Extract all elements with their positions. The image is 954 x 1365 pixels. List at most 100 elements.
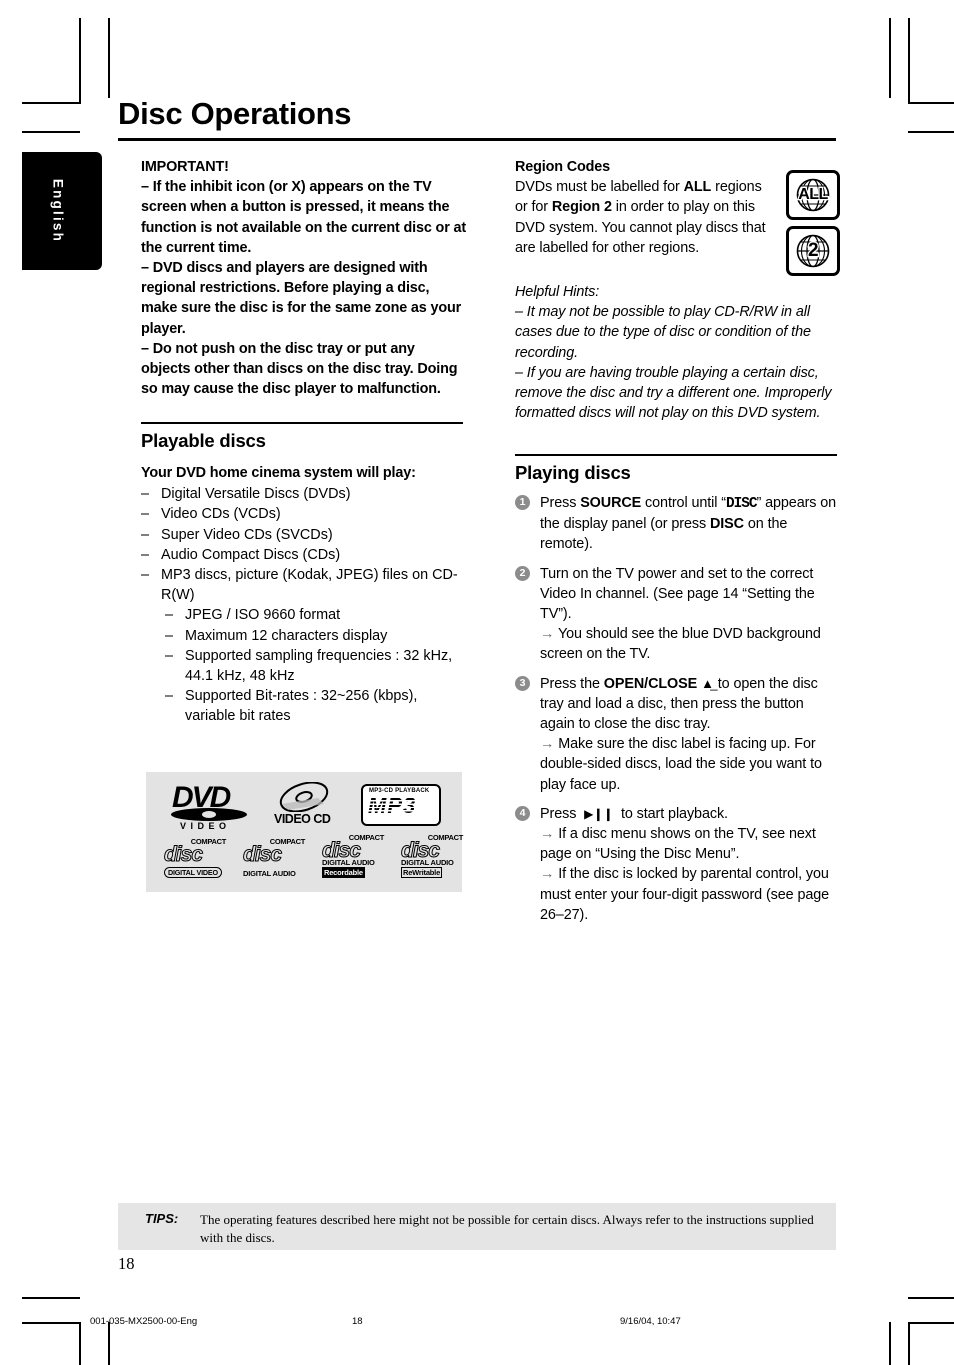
helpful-hints-item: – It may not be possible to play CD-R/RW… — [515, 304, 811, 361]
crop-mark-bottom-left-horizontal — [22, 1297, 80, 1299]
cd-logo-sub: DIGITAL AUDIO — [401, 858, 454, 867]
crop-mark-top-left-vertical-inner — [108, 18, 110, 98]
crop-mark-top-left-horizontal-inner — [22, 131, 80, 133]
video-cd-logo-label: VIDEO CD — [274, 812, 331, 826]
step-note-text: If the disc is locked by parental contro… — [540, 866, 830, 923]
crop-mark-top-left-vertical — [79, 18, 81, 104]
print-footer: 001-035-MX2500-00-Eng 18 9/16/04, 10:47 — [0, 1316, 954, 1330]
cd-logo-sub: DIGITAL AUDIO — [243, 869, 296, 878]
video-cd-logo: VIDEO CD — [274, 782, 346, 830]
eject-icon: ▲̲ — [701, 675, 714, 691]
step-3: 3 Press the OPEN/CLOSE ▲̲ to open the di… — [515, 674, 840, 795]
sub-list-item-label: Supported Bit-rates : 32~256 (kbps), var… — [185, 688, 418, 725]
step-note-text: If a disc menu shows on the TV, see next… — [540, 825, 816, 863]
print-footer-date: 9/16/04, 10:47 — [620, 1316, 681, 1327]
arrow-icon: → — [540, 736, 555, 753]
important-paragraph-3: – Do not push on the disc tray or put an… — [141, 340, 458, 398]
important-heading: IMPORTANT! — [141, 159, 229, 175]
list-item-label: Super Video CDs (SVCDs) — [161, 526, 333, 543]
step-number: 4 — [515, 805, 530, 821]
dash-bullet: – — [165, 647, 174, 664]
step-4: 4 Press ▶❙❙ to start playback. → If a di… — [515, 804, 840, 925]
mp3-cd-logo: MP3-CD PLAYBACK MP3 — [361, 784, 441, 826]
dash-bullet: – — [165, 627, 174, 644]
playable-discs-divider — [141, 422, 463, 424]
playable-discs-list: – Digital Versatile Discs (DVDs) – Video C… — [141, 484, 466, 726]
sub-list-item: – Supported sampling frequencies : 32 kHz… — [141, 646, 466, 686]
page-title: Disc Operations — [118, 96, 352, 131]
important-paragraph-2: – DVD discs and players are designed wit… — [141, 260, 462, 337]
sub-list-item-label: JPEG / ISO 9660 format — [185, 607, 341, 624]
compact-disc-rewritable-logo: COMPACT disc DIGITAL AUDIO ReWritable — [400, 834, 463, 878]
crop-mark-bottom-right-horizontal — [908, 1297, 954, 1299]
dash-bullet: – — [165, 688, 174, 705]
step-number: 1 — [515, 494, 530, 510]
title-divider — [118, 138, 836, 141]
cd-logo-sub2: ReWritable — [401, 867, 443, 878]
region-2-icon: 2 — [786, 226, 840, 276]
language-tab-label: English — [50, 178, 66, 244]
list-item-label: Digital Versatile Discs (DVDs) — [161, 486, 351, 503]
playing-discs-steps: 1 Press SOURCE control until “DISC” appe… — [515, 493, 840, 925]
print-footer-filename: 001-035-MX2500-00-Eng — [90, 1316, 198, 1327]
list-item: – Digital Versatile Discs (DVDs) — [141, 484, 466, 504]
sub-list-item: – Maximum 12 characters display — [141, 626, 466, 646]
cd-logo-sub2: Recordable — [322, 867, 365, 878]
step-note-text: Make sure the disc label is facing up. F… — [540, 736, 822, 793]
arrow-icon: → — [540, 866, 555, 883]
playing-discs-heading: Playing discs — [515, 461, 631, 483]
step-text: Turn on the TV power and set to the corr… — [540, 565, 815, 622]
list-item: – Super Video CDs (SVCDs) — [141, 525, 466, 545]
step-text: Press ▶❙❙ to start playback. — [540, 805, 728, 822]
cd-logo-word: disc — [163, 843, 203, 866]
crop-mark-top-right-horizontal-inner — [908, 131, 954, 133]
arrow-icon: → — [540, 825, 555, 842]
play-icon: ▶ — [584, 806, 594, 821]
arrow-icon: → — [540, 626, 555, 643]
list-item: – MP3 discs, picture (Kodak, JPEG) files … — [141, 565, 466, 605]
tips-label: TIPS: — [145, 1211, 178, 1226]
list-item-label: MP3 discs, picture (Kodak, JPEG) files o… — [161, 566, 458, 604]
step-note: → Make sure the disc label is facing up.… — [540, 734, 840, 795]
helpful-hints-heading: Helpful Hints: — [515, 284, 600, 301]
region-codes-body: DVDs must be labelled for ALL regions or… — [515, 179, 766, 256]
step-number: 3 — [515, 675, 530, 691]
cd-logo-sub: DIGITAL VIDEO — [164, 867, 222, 878]
compact-disc-digital-audio-logo: COMPACT disc DIGITAL AUDIO — [242, 838, 305, 879]
page-number: 18 — [118, 1254, 135, 1273]
tips-box: TIPS: The operating features described h… — [118, 1203, 836, 1250]
list-item: – Audio Compact Discs (CDs) — [141, 545, 466, 565]
compact-disc-recordable-logo: COMPACT disc DIGITAL AUDIO Recordable — [321, 834, 384, 878]
dash-bullet: – — [141, 566, 150, 583]
step-text: Press the OPEN/CLOSE ▲̲ to open the disc… — [540, 675, 818, 732]
list-item-label: Video CDs (VCDs) — [161, 506, 281, 523]
playing-discs-divider — [515, 454, 837, 456]
dvd-video-logo: DVD V I D E O — [170, 783, 250, 831]
step-2: 2 Turn on the TV power and set to the co… — [515, 564, 840, 665]
important-paragraph-1: – If the inhibit icon (or X) appears on … — [141, 179, 466, 256]
region-all-label: ALL — [797, 185, 830, 205]
pause-icon: ❙❙ — [593, 806, 614, 821]
sub-list-item: – JPEG / ISO 9660 format — [141, 605, 466, 625]
step-note: → If a disc menu shows on the TV, see ne… — [540, 824, 840, 864]
list-item: – Video CDs (VCDs) — [141, 504, 466, 524]
step-note: → If the disc is locked by parental cont… — [540, 864, 840, 925]
region-all-icon: ALL — [786, 170, 840, 220]
dash-bullet: – — [141, 506, 150, 523]
sub-list-item-label: Supported sampling frequencies : 32 kHz,… — [185, 647, 453, 684]
mp3-cd-logo-main: MP3 — [368, 793, 417, 818]
dash-bullet: – — [141, 546, 150, 563]
dash-bullet: – — [165, 607, 174, 624]
step-1: 1 Press SOURCE control until “DISC” appe… — [515, 493, 840, 555]
dash-bullet: – — [141, 526, 150, 543]
step-text: Press SOURCE control until “DISC” appear… — [540, 494, 837, 553]
playable-discs-intro: Your DVD home cinema system will play: — [141, 464, 416, 481]
crop-mark-top-right-vertical-inner — [908, 18, 910, 104]
region-2-label: 2 — [807, 239, 820, 263]
list-item-label: Audio Compact Discs (CDs) — [161, 546, 341, 563]
dash-bullet: – — [141, 486, 150, 503]
video-cd-disc-icon — [279, 782, 329, 812]
step-note: → You should see the blue DVD background… — [540, 624, 840, 664]
dvd-video-logo-sub: V I D E O — [180, 821, 228, 831]
step-note-text: You should see the blue DVD background s… — [540, 626, 821, 663]
